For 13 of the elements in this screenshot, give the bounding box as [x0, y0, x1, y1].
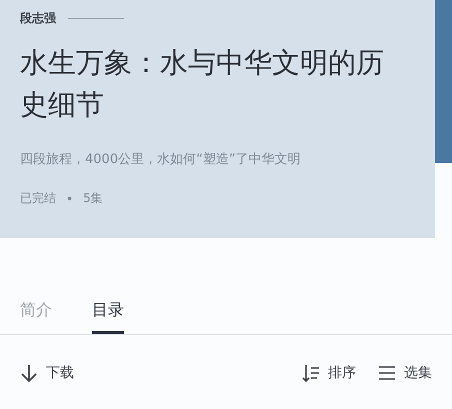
status-text: 已完结: [20, 190, 56, 207]
select-button[interactable]: 选集: [378, 364, 432, 382]
separator-dot: •: [66, 192, 74, 206]
sort-button[interactable]: 排序: [302, 364, 356, 382]
download-button[interactable]: 下载: [20, 363, 74, 383]
author-name: 段志强: [20, 10, 56, 26]
subtitle: 四段旅程，4000公里，水如何“塑造”了中华文明: [20, 151, 302, 168]
episode-count: 5集: [83, 190, 103, 207]
title: 水生万象：水与中华文明的历史细节: [20, 45, 385, 123]
download-icon: [20, 363, 38, 383]
tab[interactable]: 目录: [92, 294, 124, 334]
sort-icon: [302, 364, 320, 382]
list-icon: [378, 365, 396, 381]
